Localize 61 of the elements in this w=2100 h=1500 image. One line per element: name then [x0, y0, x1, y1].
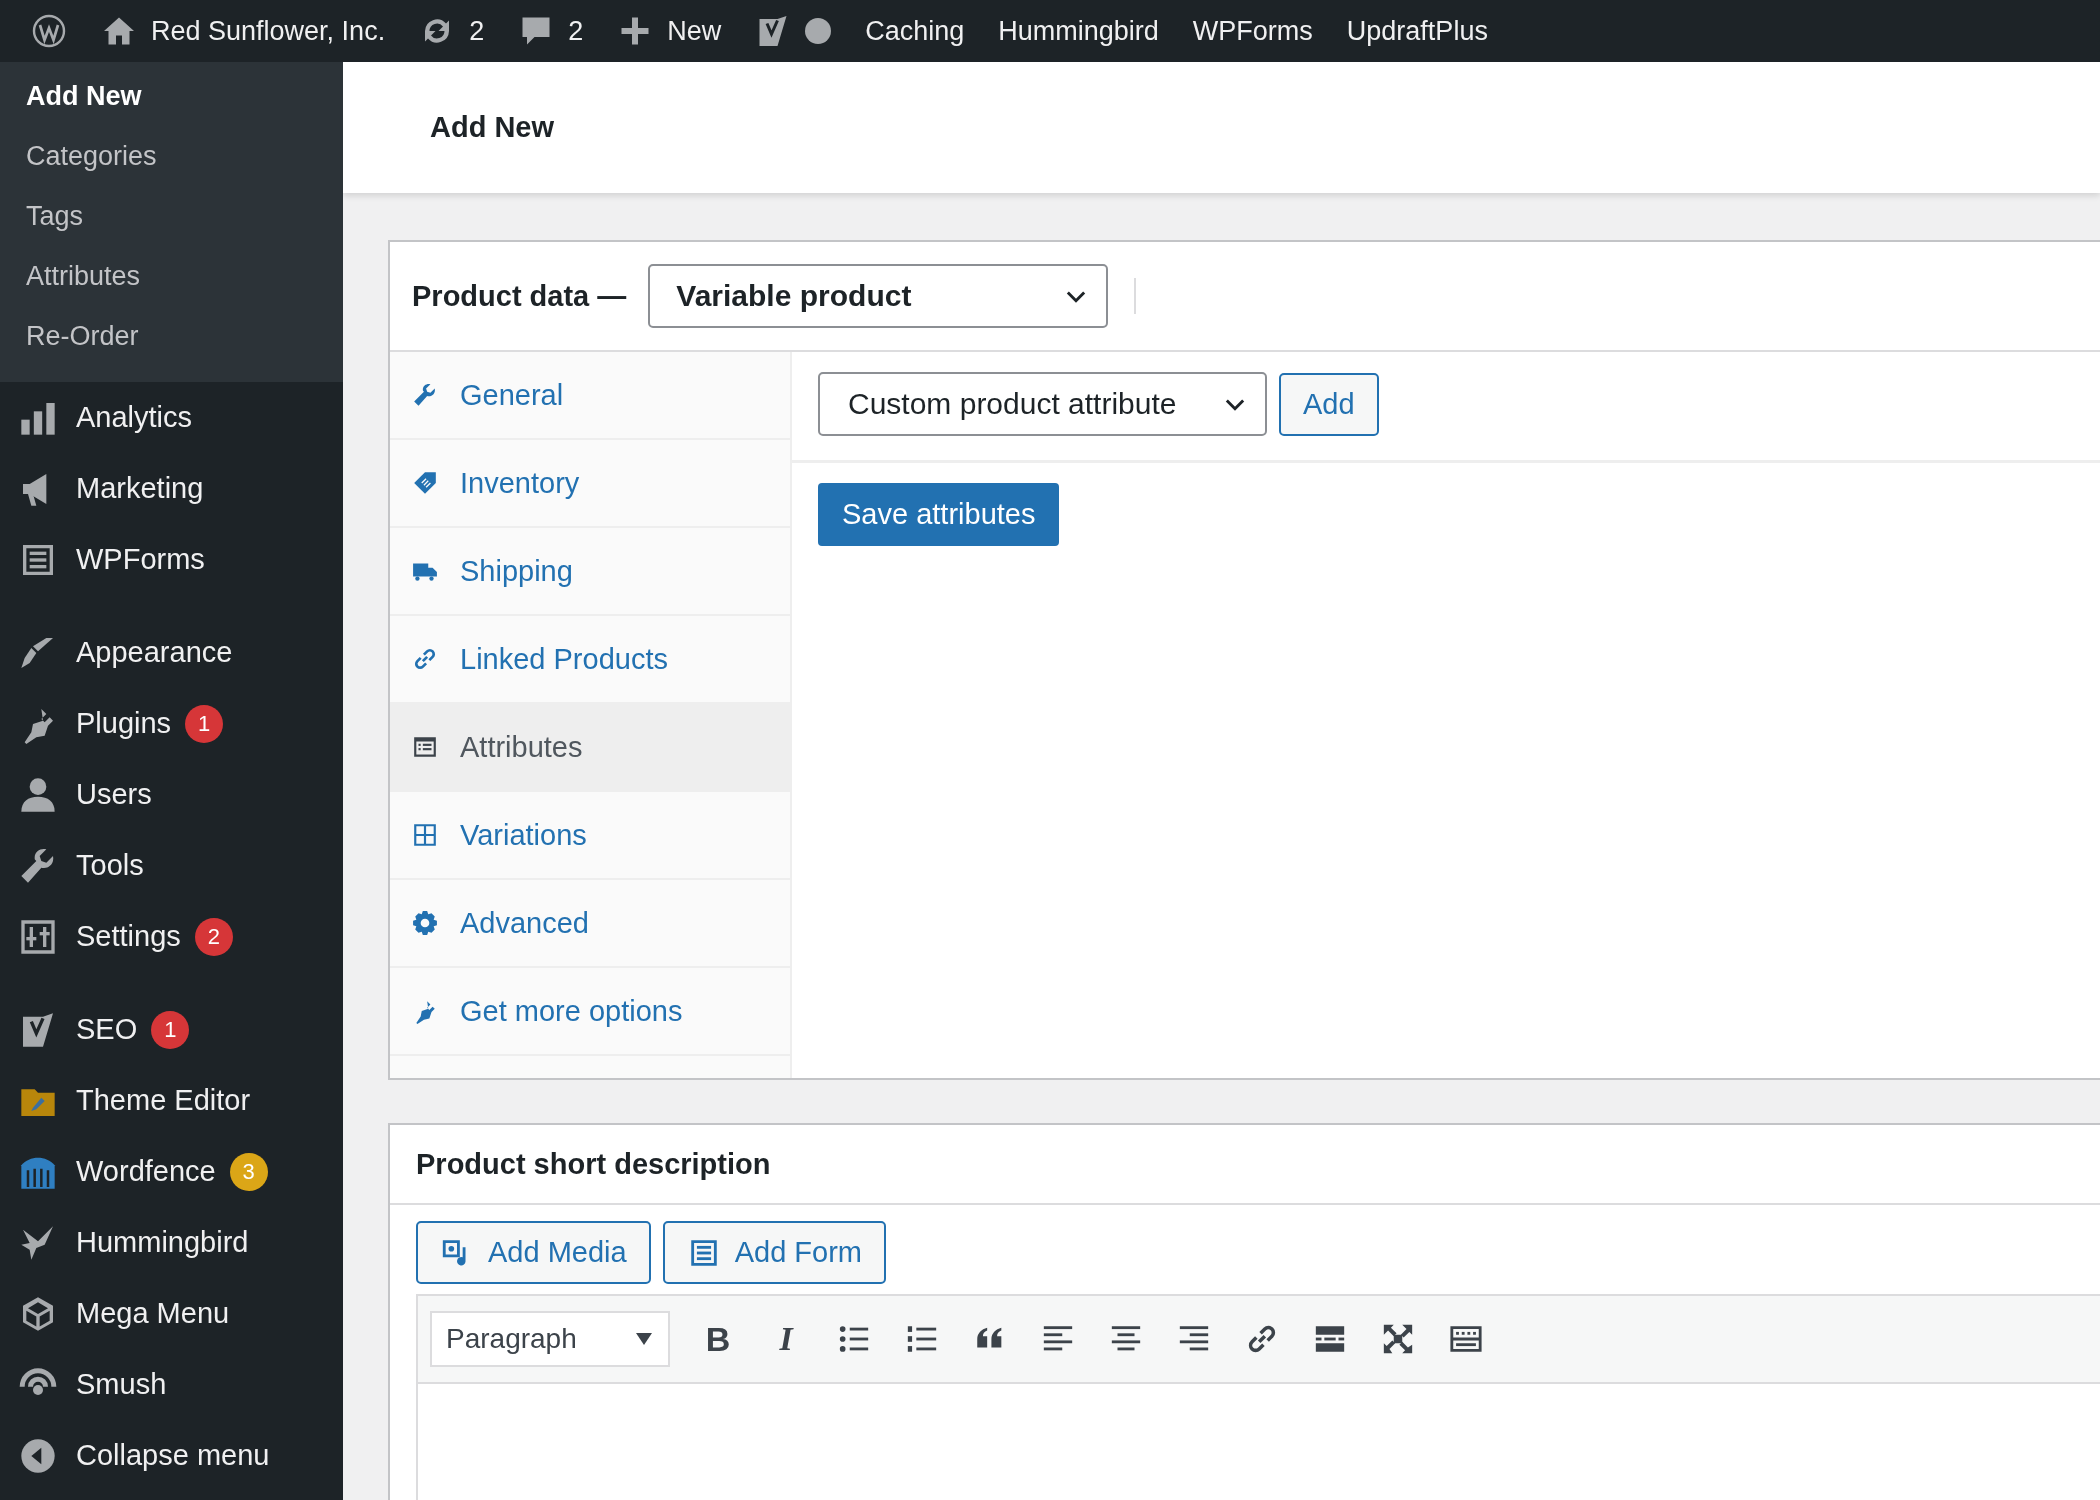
attribute-select[interactable]: Custom product attribute: [818, 372, 1267, 436]
save-attributes-button[interactable]: Save attributes: [818, 483, 1060, 546]
menu-item[interactable]: Theme Editor: [76, 1084, 251, 1117]
submenu-item[interactable]: Add New: [0, 66, 343, 126]
menu-item[interactable]: Marketing: [76, 472, 204, 505]
wrench-icon: [412, 382, 438, 408]
dropdown-triangle-icon: [634, 1331, 654, 1347]
comments-count[interactable]: 2: [568, 15, 584, 47]
product-tab[interactable]: Advanced: [390, 880, 790, 968]
toolbar-link[interactable]: WPForms: [1175, 15, 1330, 47]
product-tab[interactable]: Shipping: [390, 528, 790, 616]
status-dot: [805, 18, 832, 44]
panel-label: Product data —: [412, 279, 627, 313]
site-name-link[interactable]: Red Sunflower, Inc.: [151, 15, 386, 47]
menu-item[interactable]: Analytics: [76, 401, 193, 434]
menu-item[interactable]: Smush: [76, 1368, 167, 1401]
product-tab[interactable]: General: [390, 352, 790, 440]
tag-icon: [412, 470, 438, 496]
toolbar-link[interactable]: UpdraftPlus: [1329, 15, 1505, 47]
page-title: Add New: [430, 111, 555, 144]
grid-icon: [412, 822, 438, 848]
menu-item[interactable]: Hummingbird: [76, 1226, 249, 1259]
product-tab[interactable]: Variations: [390, 792, 790, 880]
menu-item[interactable]: SEO: [76, 1013, 138, 1046]
count-badge: 1: [151, 1010, 190, 1049]
menu-item[interactable]: Collapse menu: [76, 1439, 270, 1472]
italic-button[interactable]: I: [752, 1311, 820, 1367]
count-badge: 3: [229, 1152, 268, 1191]
panel-title: Product short description: [416, 1147, 771, 1181]
add-button[interactable]: Add: [1279, 372, 1379, 436]
product-tab[interactable]: Get more options: [390, 968, 790, 1056]
format-select[interactable]: Paragraph: [430, 1311, 670, 1367]
submenu-item[interactable]: Attributes: [0, 246, 343, 306]
menu-item[interactable]: Mega Menu: [76, 1297, 230, 1330]
product-tab[interactable]: Inventory: [390, 440, 790, 528]
wordpress-logo-icon: [31, 13, 67, 49]
updates-count[interactable]: 2: [469, 15, 485, 47]
gear-icon: [412, 910, 438, 936]
new-link[interactable]: New: [667, 15, 722, 47]
count-badge: 1: [185, 704, 224, 743]
submenu-item[interactable]: Categories: [0, 126, 343, 186]
menu-item[interactable]: Plugins: [76, 707, 172, 740]
count-badge: 2: [194, 917, 233, 956]
menu-item[interactable]: Users: [76, 778, 152, 811]
list-card-icon: [412, 734, 438, 760]
add-form-button[interactable]: Add Form: [662, 1221, 886, 1284]
menu-item[interactable]: WPForms: [76, 543, 205, 576]
toolbar-link[interactable]: Caching: [848, 15, 982, 47]
link-icon: [412, 646, 438, 672]
toolbar-link[interactable]: Hummingbird: [981, 15, 1176, 47]
product-tab[interactable]: Attributes: [390, 704, 790, 792]
fullscreen-icon: [1381, 1322, 1415, 1356]
menu-item[interactable]: Settings: [76, 920, 181, 953]
menu-item[interactable]: Tools: [76, 849, 144, 882]
menu-item[interactable]: Wordfence: [76, 1155, 216, 1188]
add-media-button[interactable]: Add Media: [416, 1221, 651, 1284]
menu-item[interactable]: Appearance: [76, 636, 233, 669]
submenu-item[interactable]: Tags: [0, 186, 343, 246]
submenu-item[interactable]: Re-Order: [0, 306, 343, 366]
bold-button[interactable]: B: [684, 1311, 752, 1367]
product-type-select[interactable]: Variable product: [648, 264, 1109, 328]
